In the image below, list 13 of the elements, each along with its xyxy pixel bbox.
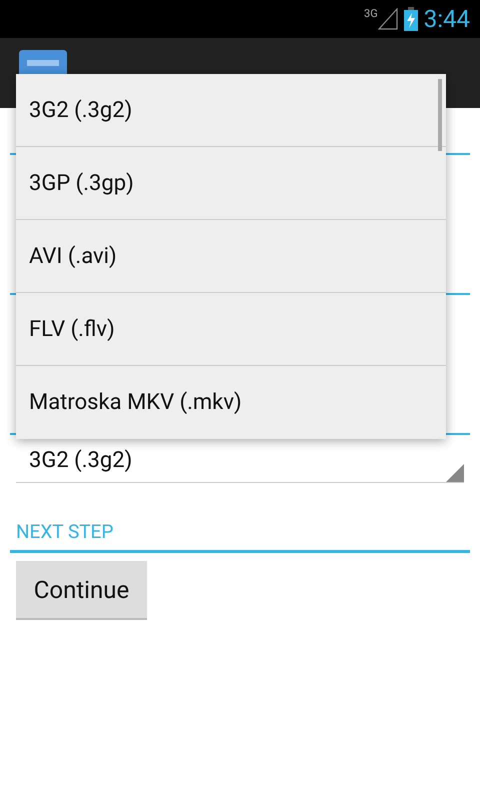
continue-button[interactable]: Continue [16, 561, 147, 620]
dropdown-option[interactable]: FLV (.flv) [16, 293, 446, 366]
app-icon [19, 50, 67, 74]
dropdown-option[interactable]: AVI (.avi) [16, 220, 446, 293]
section-header: NEXT STEP [16, 520, 114, 544]
dropdown-option[interactable]: 3GP (.3gp) [16, 147, 446, 220]
scrollbar [438, 79, 442, 151]
network-type: 3G [364, 6, 378, 22]
dropdown-corner-icon [446, 464, 464, 482]
dropdown-option[interactable]: Matroska MKV (.mkv) [16, 366, 446, 439]
signal-icon [378, 8, 398, 30]
battery-icon [404, 7, 418, 31]
clock: 3:44 [424, 4, 470, 35]
